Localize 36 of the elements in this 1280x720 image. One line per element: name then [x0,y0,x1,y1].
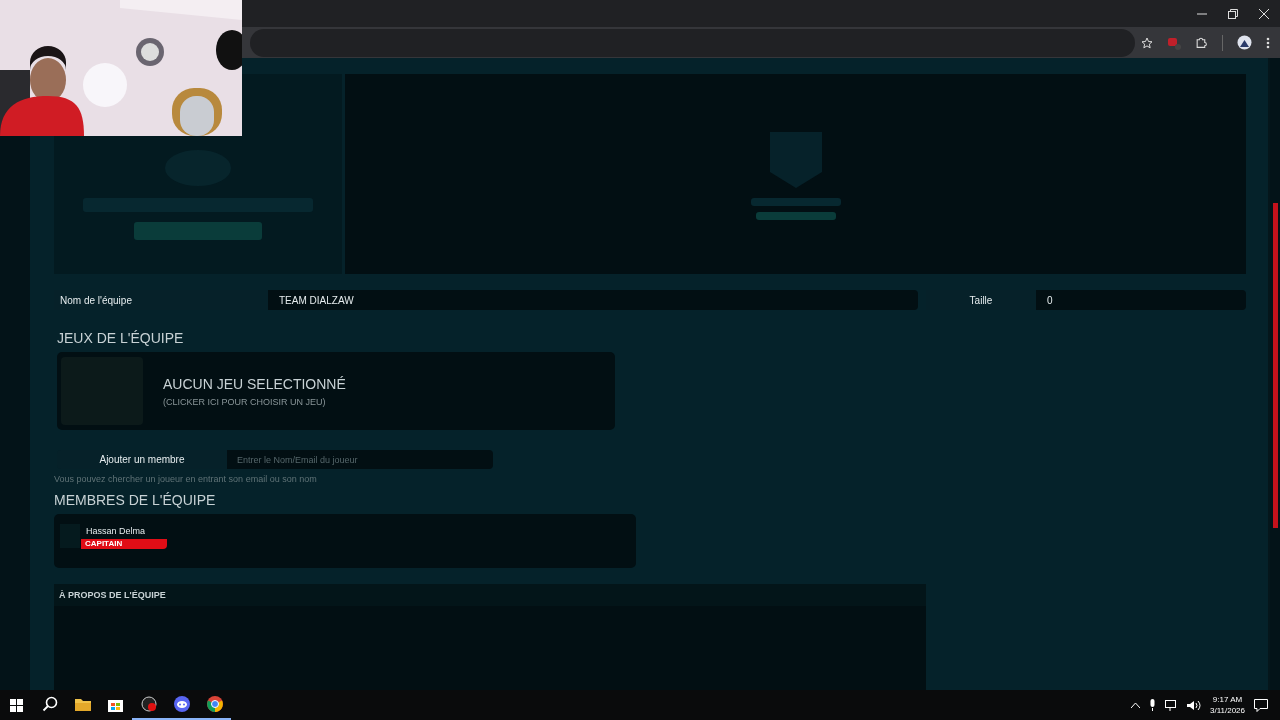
field-label: Nom de l'équipe [54,290,268,310]
team-name-field[interactable]: Nom de l'équipe TEAM DIALZAW [54,290,918,310]
close-icon[interactable] [1259,8,1269,19]
folder-icon [74,697,91,711]
restore-icon[interactable] [1228,8,1238,19]
volume-icon[interactable] [1187,699,1201,711]
search-hint: Vous pouvez chercher un joueur en entrant son email ou son nom [54,474,318,484]
clock-date: 3/11/2026 [1210,705,1245,716]
start-icon[interactable] [10,698,23,712]
field-value: TEAM DIALZAW [278,294,354,306]
record-icon [140,696,157,712]
menu-icon[interactable] [1266,36,1270,49]
clock-time: 9:17 AM [1212,694,1243,705]
chevron-up-icon[interactable] [1131,702,1140,708]
role-badge: CAPITAIN [81,539,167,549]
network-icon[interactable] [1165,699,1178,711]
field-value: 0 [1046,294,1053,306]
star-icon[interactable] [1141,36,1153,49]
section-heading: MEMBRES DE L'ÉQUIPE [54,492,217,508]
member-search-field[interactable]: Entrer le Nom/Email du joueur [227,450,493,469]
game-picker-card[interactable]: AUCUN JEU SELECTIONNÉ (CLICKER ICI POUR CHOISIR UN JEU) [57,352,615,430]
member-name[interactable]: Hassan Delma [86,526,146,536]
notification-icon[interactable] [1254,698,1268,712]
browser-icon [206,696,223,712]
team-size-field[interactable]: Taille 0 [926,290,1246,310]
search-icon [41,696,58,712]
section-heading: JEUX DE L'ÉQUIPE [57,330,185,346]
about-heading: À PROPOS DE L'ÉQUIPE [54,584,926,606]
puzzle-icon[interactable] [1195,36,1208,49]
game-card-hint: (CLICKER ICI POUR CHOISIR UN JEU) [163,396,327,407]
microphone-icon[interactable] [1149,699,1156,711]
game-card-title: AUCUN JEU SELECTIONNÉ [163,375,346,392]
taskbar-clock[interactable]: 9:17 AM 3/11/2026 [1210,694,1245,716]
avatar-icon[interactable] [1237,35,1252,50]
field-label: Taille [926,290,1036,310]
member-avatar [60,524,80,548]
